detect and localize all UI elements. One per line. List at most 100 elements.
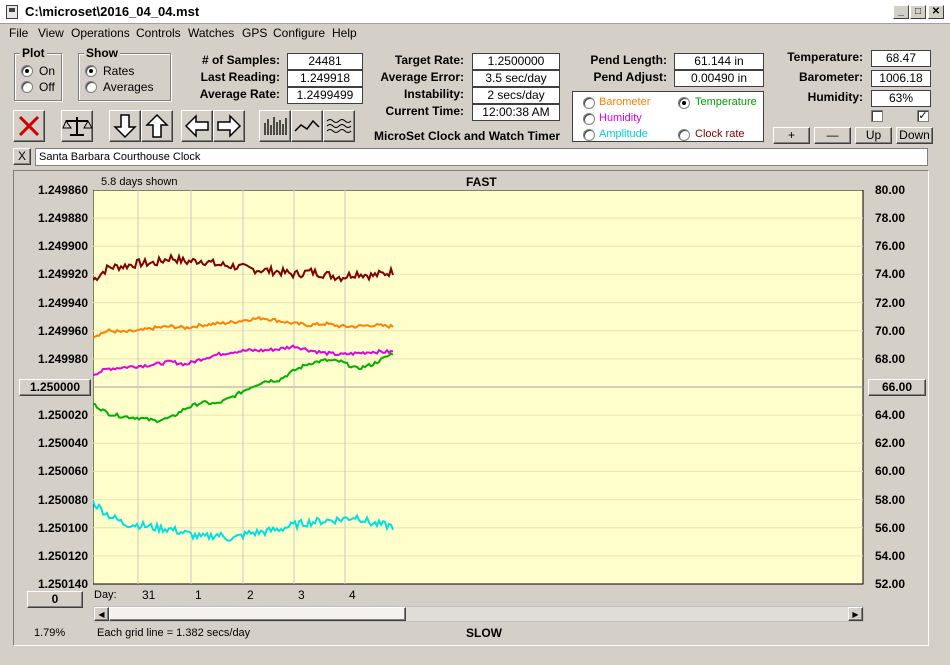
- y-right-tick-label: 52.00: [875, 577, 906, 591]
- scroll-right-icon[interactable]: ▶: [848, 607, 863, 621]
- temperature-label: Temperature:: [787, 50, 863, 64]
- x-tick-label: 31: [142, 588, 156, 602]
- y-right-tick-label: 70.00: [875, 323, 906, 338]
- target-rate-label: Target Rate:: [394, 53, 464, 67]
- menu-watches[interactable]: Watches: [188, 26, 234, 40]
- y-left-tick-label: 1.249960: [37, 323, 88, 338]
- amplitude-radio[interactable]: [583, 129, 595, 141]
- app-name-label: MicroSet Clock and Watch Timer: [374, 129, 561, 143]
- scroll-thumb[interactable]: [109, 607, 406, 621]
- y-right-tick-label: 76.00: [875, 239, 906, 254]
- temperature-series-label: Temperature: [695, 96, 757, 108]
- samples-label: # of Samples:: [201, 53, 280, 67]
- clock-rate-radio[interactable]: [678, 129, 690, 141]
- menu-bar: File View Operations Controls Watches GP…: [0, 24, 950, 42]
- line-graph-icon: [294, 119, 320, 132]
- arrow-left-button[interactable]: [181, 110, 213, 142]
- y-left-tick-label: 1.250060: [37, 464, 88, 479]
- show-rates-label: Rates: [103, 64, 135, 78]
- y-left-tick-label: 1.249900: [37, 239, 88, 254]
- average-rate-label: Average Rate:: [199, 87, 280, 101]
- y-right-tick-label: 62.00: [875, 436, 906, 451]
- wave-graph-icon: [326, 119, 352, 133]
- close-icon[interactable]: ✕: [928, 5, 944, 19]
- last-reading-label: Last Reading:: [200, 70, 280, 84]
- line-graph-button[interactable]: [291, 110, 323, 142]
- y-left-tick-label: 1.250080: [37, 492, 88, 507]
- barometer-label: Barometer:: [798, 70, 863, 84]
- pend-length-label: Pend Length:: [590, 53, 667, 67]
- y-right-tick-label: 68.00: [875, 351, 906, 366]
- average-error-value: 3.5 sec/day: [472, 70, 560, 87]
- menu-gps[interactable]: GPS: [242, 26, 267, 40]
- instability-label: Instability:: [403, 87, 464, 101]
- center-rate-button[interactable]: 1.250000: [19, 379, 91, 396]
- wave-graph-button[interactable]: [323, 110, 355, 142]
- bar-graph-icon: [264, 117, 287, 135]
- menu-configure[interactable]: Configure: [273, 26, 325, 40]
- plus-button[interactable]: +: [773, 127, 810, 144]
- arrow-down-button[interactable]: [109, 110, 141, 142]
- x-axis: 31 1 2 3 4: [93, 588, 863, 602]
- horizontal-scrollbar[interactable]: ◀ ▶: [93, 606, 864, 622]
- instability-value: 2 secs/day: [472, 87, 560, 104]
- bar-graph-button[interactable]: [259, 110, 291, 142]
- percent-label: 1.79%: [34, 627, 66, 639]
- fast-label: FAST: [466, 175, 497, 189]
- y-right-tick-label: 72.00: [875, 295, 906, 310]
- left-y-axis: 1.249860 1.249880 1.249900 1.249920 1.249940…: [20, 0, 90, 665]
- y-right-tick-label: 58.00: [875, 492, 906, 507]
- series-selector: Barometer Temperature Humidity Amplitude…: [572, 91, 764, 142]
- pend-adjust-value: 0.00490 in: [674, 70, 764, 87]
- rate-chart: [93, 190, 864, 585]
- average-rate-value: 1.2499499: [287, 87, 363, 104]
- arrow-down-icon: [113, 114, 137, 139]
- barometer-series-label: Barometer: [599, 96, 651, 108]
- average-error-label: Average Error:: [380, 70, 464, 84]
- y-right-tick-label: 80.00: [875, 183, 906, 197]
- y-right-tick-label: 64.00: [875, 408, 906, 423]
- humidity-label: Humidity:: [807, 90, 863, 104]
- y-right-tick-label: 78.00: [875, 211, 906, 226]
- y-right-tick-label: 56.00: [875, 520, 906, 535]
- humidity-series-label: Humidity: [599, 112, 642, 124]
- arrow-up-icon: [145, 113, 169, 138]
- x-tick-label: 1: [195, 588, 202, 602]
- x-tick-label: 2: [247, 588, 254, 602]
- scroll-origin-button[interactable]: 0: [27, 591, 83, 608]
- y-right-tick-label: 74.00: [875, 267, 906, 282]
- y-left-tick-label: 1.249880: [37, 211, 88, 226]
- y-left-tick-label: 1.250040: [37, 436, 88, 451]
- temperature-radio[interactable]: [678, 97, 690, 109]
- y-left-tick-label: 1.249920: [37, 267, 88, 282]
- arrow-right-button[interactable]: [213, 110, 245, 142]
- y-left-tick-label: 1.249980: [37, 351, 88, 366]
- x-tick-label: 3: [298, 588, 305, 602]
- clock-name-field[interactable]: Santa Barbara Courthouse Clock: [35, 148, 928, 166]
- arrow-up-button[interactable]: [141, 110, 173, 142]
- right-y-axis: 80.00 78.00 76.00 74.00 72.00 70.00 68.00 64.00…: [870, 0, 930, 665]
- humidity-radio[interactable]: [583, 113, 595, 125]
- y-left-tick-label: 1.249940: [37, 295, 88, 310]
- scroll-left-icon[interactable]: ◀: [94, 607, 109, 621]
- x-tick-label: 4: [349, 588, 356, 602]
- pend-length-value: 61.144 in: [674, 53, 764, 70]
- arrow-left-icon: [184, 114, 209, 138]
- menu-controls[interactable]: Controls: [136, 26, 181, 40]
- amplitude-series-label: Amplitude: [599, 128, 648, 140]
- pend-adjust-label: Pend Adjust:: [593, 70, 667, 84]
- app-icon: [6, 5, 18, 19]
- y-right-tick-label: 54.00: [875, 548, 906, 563]
- barometer-radio[interactable]: [583, 97, 595, 109]
- center-temperature-button[interactable]: 66.00: [868, 379, 926, 396]
- title-bar: C:\microset\2016_04_04.mst _ □ ✕: [0, 0, 950, 24]
- y-left-tick-label: 1.250140: [37, 577, 88, 591]
- days-shown-label: 5.8 days shown: [101, 176, 178, 188]
- y-left-tick-label: 1.250020: [37, 408, 88, 423]
- clock-rate-series-label: Clock rate: [695, 128, 745, 140]
- slow-label: SLOW: [466, 626, 502, 640]
- menu-help[interactable]: Help: [332, 26, 357, 40]
- minus-button[interactable]: —: [814, 127, 851, 144]
- y-left-tick-label: 1.249860: [37, 183, 88, 197]
- arrow-right-icon: [217, 114, 242, 138]
